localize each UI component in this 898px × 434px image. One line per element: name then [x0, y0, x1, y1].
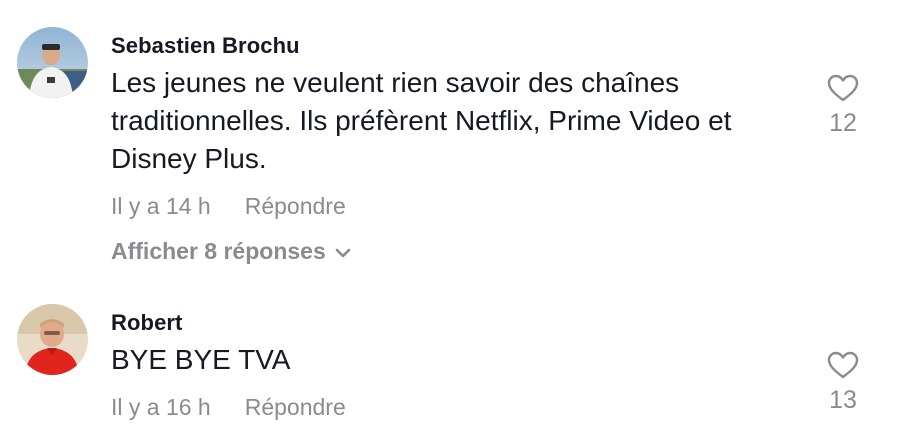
- comment-text: BYE BYE TVA: [111, 344, 291, 375]
- comment-author[interactable]: Robert: [111, 310, 183, 336]
- show-replies-button[interactable]: Afficher 8 réponses: [111, 238, 352, 265]
- avatar-image: [17, 304, 88, 375]
- comment-text: Les jeunes ne veulent rien savoir des ch…: [111, 67, 732, 174]
- like-count: 13: [829, 386, 857, 414]
- reply-button[interactable]: Répondre: [245, 193, 346, 219]
- avatar-image: [17, 27, 88, 98]
- comment-meta: Il y a 14 h Répondre: [111, 193, 346, 220]
- comment-author[interactable]: Sebastien Brochu: [111, 33, 300, 59]
- chevron-down-icon: [335, 248, 351, 258]
- avatar[interactable]: [17, 304, 88, 375]
- reply-button[interactable]: Répondre: [245, 394, 346, 420]
- like-button[interactable]: 13: [818, 350, 868, 415]
- show-replies-label: Afficher 8 réponses: [111, 238, 326, 264]
- comment-timestamp: Il y a 16 h: [111, 394, 211, 420]
- heart-outline-icon: [827, 74, 859, 102]
- like-button[interactable]: 12: [818, 73, 868, 138]
- avatar[interactable]: [17, 27, 88, 98]
- comment-meta: Il y a 16 h Répondre: [111, 394, 346, 421]
- heart-outline-icon: [827, 351, 859, 379]
- comment-timestamp: Il y a 14 h: [111, 193, 211, 219]
- like-count: 12: [829, 109, 857, 137]
